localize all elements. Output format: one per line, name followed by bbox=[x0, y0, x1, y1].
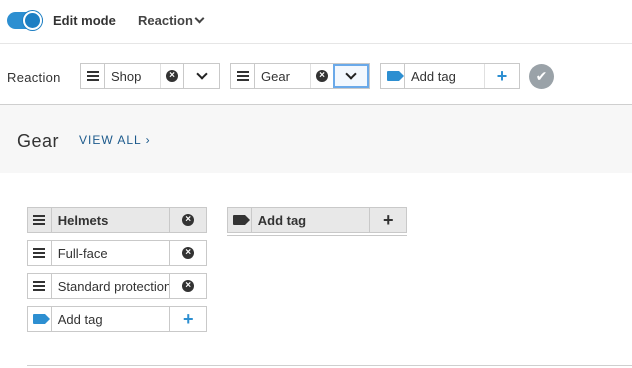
checkmark-icon: ✔ bbox=[535, 68, 548, 84]
gear-tag-selector: Gear × bbox=[230, 63, 370, 89]
close-icon: × bbox=[182, 247, 195, 259]
close-icon: × bbox=[316, 70, 328, 82]
drag-handle[interactable] bbox=[28, 274, 52, 298]
tag-icon bbox=[33, 314, 51, 324]
hamburger-icon bbox=[236, 71, 249, 81]
helmets-column: Helmets × Full-face × Standard protectio… bbox=[27, 207, 207, 332]
remove-item-button[interactable]: × bbox=[170, 274, 206, 298]
column-title[interactable]: Helmets bbox=[52, 208, 171, 232]
gear-tag-label[interactable]: Gear bbox=[255, 64, 311, 88]
hamburger-icon bbox=[33, 215, 46, 225]
close-icon: × bbox=[182, 280, 195, 292]
top-bar: Edit mode Reaction bbox=[0, 0, 632, 44]
close-icon: × bbox=[182, 214, 195, 226]
divider bbox=[227, 233, 407, 236]
reaction-menu-label: Reaction bbox=[138, 13, 193, 28]
tag-icon bbox=[386, 71, 404, 81]
tag-icon-cell bbox=[228, 208, 252, 232]
edit-mode-label: Edit mode bbox=[53, 13, 116, 28]
section-title: Gear bbox=[17, 131, 60, 151]
add-tag-button[interactable]: + bbox=[170, 307, 206, 331]
shop-tag-label[interactable]: Shop bbox=[105, 64, 161, 88]
tag-icon bbox=[233, 215, 251, 225]
add-tag-input-group: Add tag + bbox=[380, 63, 520, 89]
drag-handle[interactable] bbox=[81, 64, 105, 88]
item-label[interactable]: Full-face bbox=[52, 241, 171, 265]
drag-handle[interactable] bbox=[28, 241, 52, 265]
plus-icon: + bbox=[496, 66, 508, 86]
gear-dropdown-button[interactable] bbox=[333, 64, 369, 88]
tag-toolbar: Reaction Shop × Gear × Add tag + ✔ bbox=[0, 44, 632, 105]
chevron-down-icon bbox=[194, 13, 205, 24]
remove-item-button[interactable]: × bbox=[170, 241, 206, 265]
hamburger-icon bbox=[33, 281, 46, 291]
reaction-menu[interactable]: Reaction bbox=[138, 13, 205, 28]
confirm-button[interactable]: ✔ bbox=[529, 64, 554, 89]
column-header: Helmets × bbox=[27, 207, 207, 233]
hamburger-icon bbox=[33, 248, 46, 258]
list-item: Full-face × bbox=[27, 240, 207, 266]
toggle-knob bbox=[23, 11, 42, 30]
chevron-down-icon bbox=[345, 68, 357, 80]
section-header: Gear VIEW ALL › bbox=[0, 105, 632, 173]
add-tag-row: Add tag + bbox=[27, 306, 207, 332]
shop-dropdown-button[interactable] bbox=[183, 64, 219, 88]
item-label[interactable]: Standard protection bbox=[52, 274, 171, 298]
remove-column-button[interactable]: × bbox=[170, 208, 206, 232]
remove-gear-tag-button[interactable]: × bbox=[311, 64, 333, 88]
drag-handle[interactable] bbox=[28, 208, 52, 232]
tag-icon-cell bbox=[28, 307, 52, 331]
edit-mode-toggle[interactable] bbox=[7, 11, 43, 30]
drag-handle[interactable] bbox=[231, 64, 255, 88]
add-tag-button[interactable]: + bbox=[485, 64, 519, 88]
list-item: Standard protection × bbox=[27, 273, 207, 299]
remove-shop-tag-button[interactable]: × bbox=[161, 64, 183, 88]
column-header: Add tag + bbox=[227, 207, 407, 233]
new-column: Add tag + bbox=[227, 207, 407, 236]
view-all-link[interactable]: VIEW ALL › bbox=[79, 133, 151, 147]
plus-icon: + bbox=[182, 309, 194, 329]
add-column-button[interactable]: + bbox=[370, 208, 406, 232]
tag-icon-cell bbox=[381, 64, 405, 88]
plus-icon: + bbox=[382, 210, 394, 230]
tag-columns: Helmets × Full-face × Standard protectio… bbox=[0, 173, 632, 368]
add-tag-input[interactable]: Add tag bbox=[52, 307, 171, 331]
add-tag-input[interactable]: Add tag bbox=[405, 64, 485, 88]
divider bbox=[27, 365, 632, 366]
hamburger-icon bbox=[86, 71, 99, 81]
chevron-down-icon bbox=[195, 68, 208, 80]
close-icon: × bbox=[166, 70, 178, 82]
add-tag-column-input[interactable]: Add tag bbox=[252, 208, 371, 232]
row-label: Reaction bbox=[7, 70, 61, 85]
shop-tag-selector: Shop × bbox=[80, 63, 220, 89]
